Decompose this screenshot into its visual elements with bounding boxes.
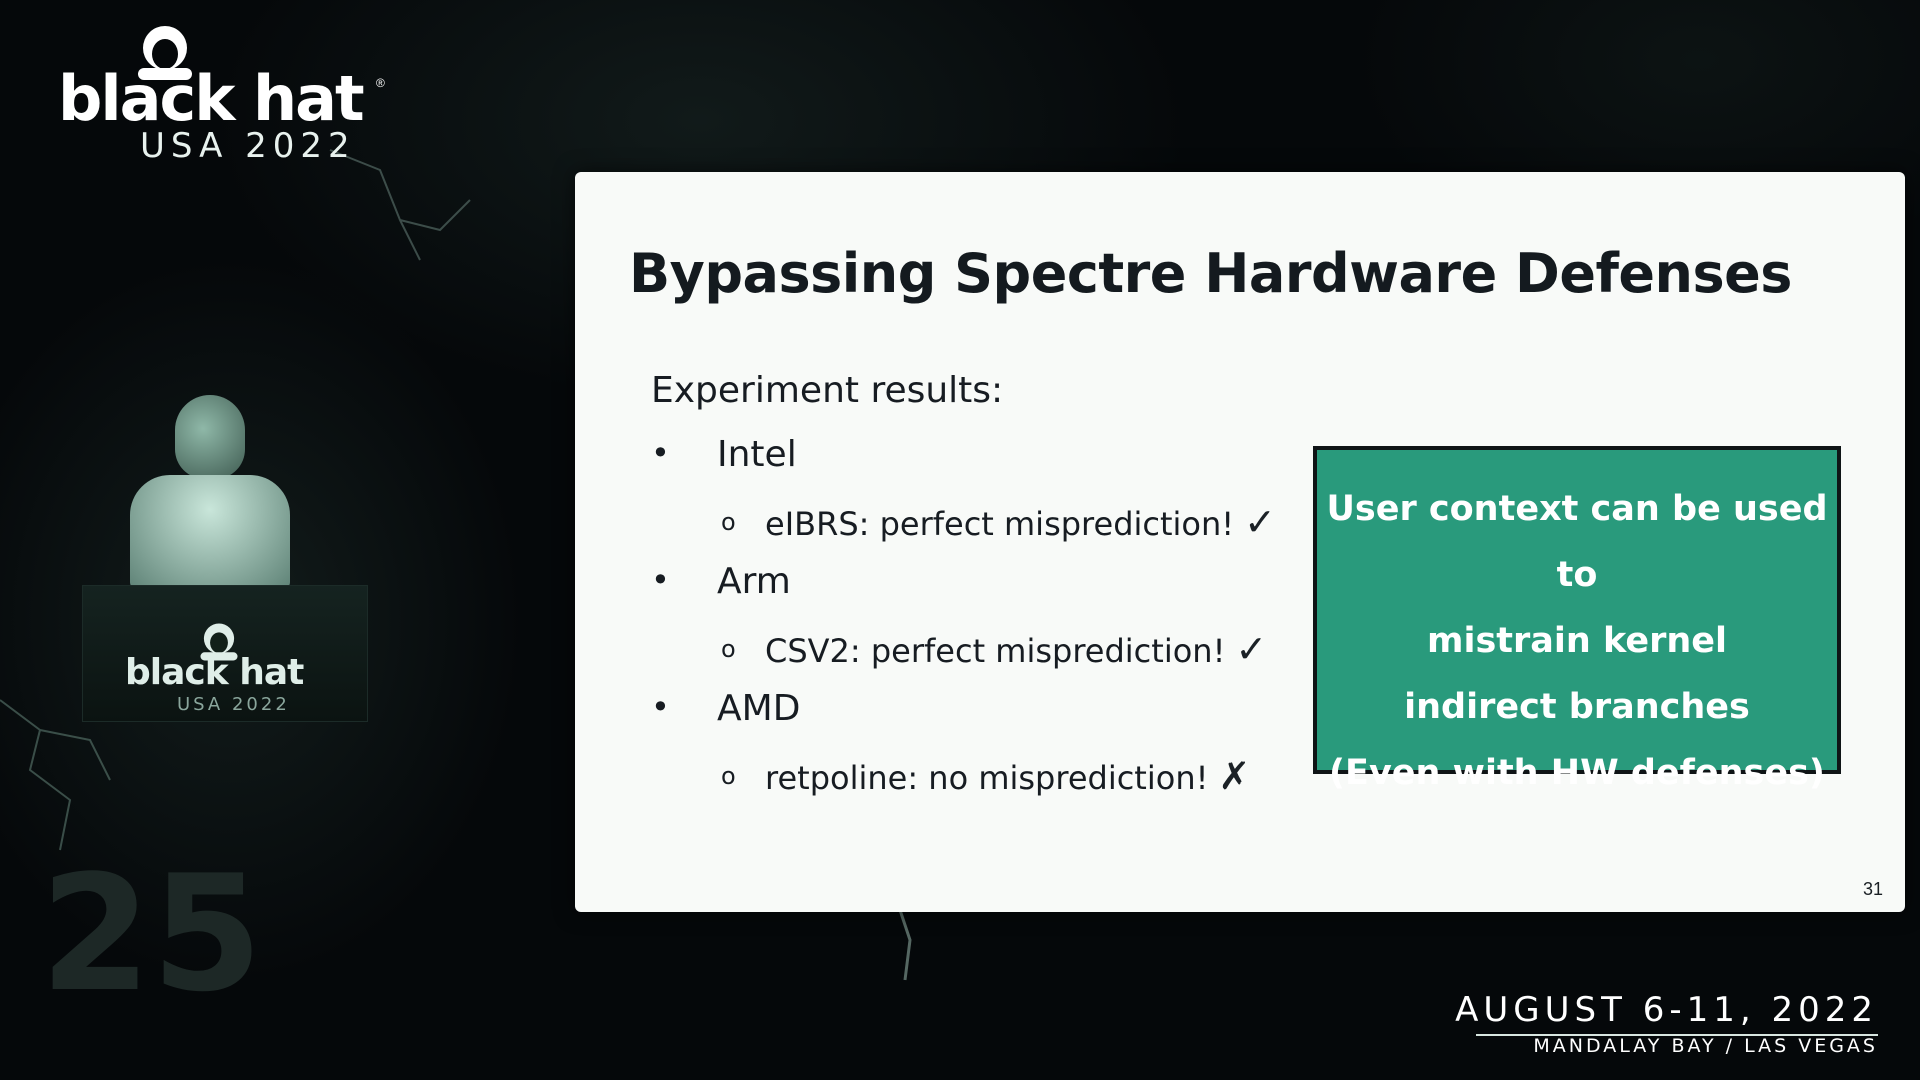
- event-venue: MANDALAY BAY / LAS VEGAS: [1533, 1035, 1878, 1057]
- logo-wordmark: black hat: [58, 62, 365, 135]
- speaker-head: [175, 395, 245, 479]
- cross-icon: ✗: [1218, 754, 1251, 798]
- bullet-icon: •: [651, 561, 670, 599]
- callout-line: User context can be used to: [1326, 489, 1828, 595]
- result-text: eIBRS: perfect misprediction!: [765, 505, 1235, 543]
- result-text: retpoline: no misprediction!: [765, 759, 1209, 797]
- sub-bullet-icon: o: [721, 508, 736, 536]
- podium-subtitle: USA 2022: [177, 694, 290, 715]
- bullet-icon: •: [651, 434, 670, 472]
- speaker-body: [130, 475, 290, 590]
- callout-line: indirect branches: [1404, 687, 1750, 727]
- registered-mark: ®: [376, 76, 385, 90]
- bullet-icon: •: [651, 688, 670, 726]
- sub-bullet-icon: o: [721, 635, 736, 663]
- slide-title: Bypassing Spectre Hardware Defenses: [629, 242, 1792, 305]
- vendor-label: Arm: [717, 561, 791, 602]
- slide-page-number: 31: [1862, 879, 1883, 899]
- callout-line: mistrain kernel: [1427, 621, 1727, 661]
- check-icon: ✓: [1244, 500, 1276, 544]
- podium-wordmark: black hat: [125, 652, 304, 693]
- callout-line: (Even with HW defenses): [1329, 753, 1825, 793]
- check-icon: ✓: [1235, 627, 1268, 671]
- result-detail: retpoline: no misprediction! ✗: [765, 754, 1250, 798]
- presentation-slide: Bypassing Spectre Hardware Defenses Expe…: [575, 172, 1905, 912]
- speaker-video-area: black hat USA 2022: [60, 380, 480, 722]
- event-date: AUGUST 6-11, 2022: [1455, 990, 1878, 1030]
- result-detail: CSV2: perfect misprediction! ✓: [765, 627, 1267, 671]
- podium: black hat USA 2022: [82, 585, 368, 722]
- background-numeral-decoration: 25: [40, 840, 263, 1027]
- vendor-label: AMD: [717, 688, 801, 729]
- black-hat-logo: black hat ® USA 2022: [58, 24, 388, 166]
- callout-box: User context can be used to mistrain ker…: [1313, 446, 1841, 793]
- result-text: CSV2: perfect misprediction!: [765, 632, 1226, 670]
- logo-subtitle: USA 2022: [140, 126, 356, 166]
- slide-intro: Experiment results:: [651, 370, 1004, 411]
- result-detail: eIBRS: perfect misprediction! ✓: [765, 500, 1276, 544]
- sub-bullet-icon: o: [721, 762, 736, 790]
- vendor-label: Intel: [717, 434, 797, 475]
